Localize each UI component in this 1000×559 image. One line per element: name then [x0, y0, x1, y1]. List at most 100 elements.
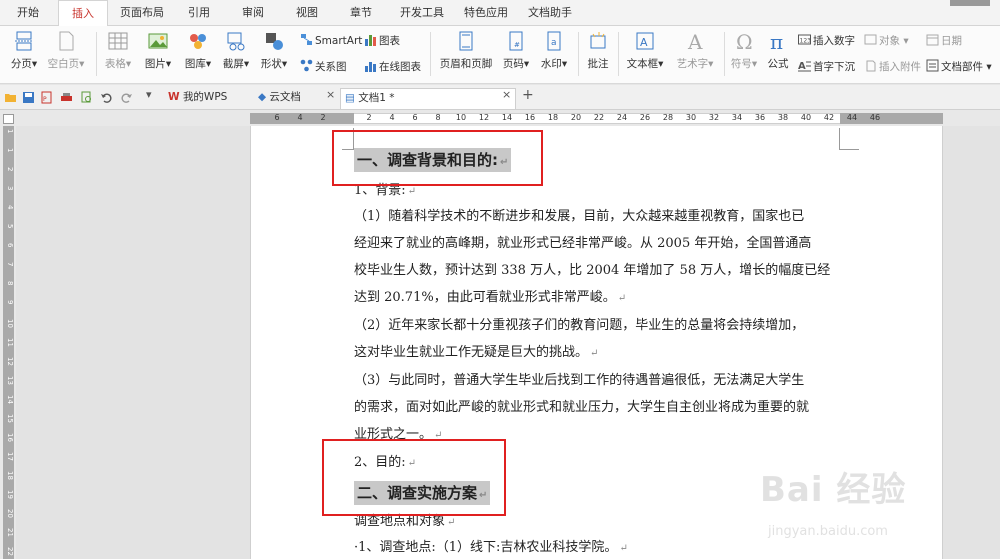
tab-cloud-docs[interactable]: ◆ 云文档 [254, 88, 336, 109]
blank-page-button[interactable]: 空白页▾ [44, 30, 88, 71]
tab-chapter[interactable]: 章节 [338, 0, 384, 26]
page-break-button[interactable]: 分页▾ [6, 30, 42, 71]
textbox-button[interactable]: A 文本框▾ [622, 30, 668, 71]
tab-insert[interactable]: 插入 [58, 0, 108, 27]
highlight-box [332, 130, 543, 186]
watermark-button[interactable]: a 水印▾ [536, 30, 572, 71]
date-button[interactable]: 日期 [926, 33, 962, 49]
picture-button[interactable]: 图片▾ [140, 30, 176, 71]
tab-document-1[interactable]: ▤ 文档1 * [340, 88, 516, 109]
customize-dropdown-icon[interactable]: ▾ [146, 88, 152, 101]
screenshot-button[interactable]: 截屏▾ [218, 30, 254, 71]
ruler-tick-label: 40 [800, 113, 812, 122]
tab-page-layout[interactable]: 页面布局 [112, 0, 172, 26]
object-label: 对象 [879, 35, 900, 47]
header-footer-label: 页眉和页脚 [439, 58, 493, 70]
undo-icon[interactable] [100, 91, 113, 104]
ruler-tick-label: 32 [708, 113, 720, 122]
open-folder-icon[interactable] [4, 91, 17, 104]
ruler-tick-label: 8 [435, 113, 441, 122]
attachment-icon [866, 60, 876, 72]
ruler-tick-label: 10 [6, 319, 14, 328]
paragraph-line[interactable]: 达到 20.71%，由此可看就业形式非常严峻。 ↵ [354, 288, 626, 308]
watermark-icon: a [547, 31, 561, 51]
gallery-button[interactable]: 图库▾ [180, 30, 216, 71]
paragraph-line[interactable]: （1）随着科学技术的不断进步和发展，目前，大众越来越重视教育，国家也已 [354, 207, 804, 227]
ruler-tick-label: 15 [6, 414, 14, 423]
header-footer-button[interactable]: 页眉和页脚 [436, 30, 496, 71]
paragraph-line[interactable]: ·1、调查地点:（1）线下:吉林农业科技学院。 ↵ [354, 538, 628, 558]
ruler-tick-label: 2 [6, 167, 14, 172]
export-pdf-icon[interactable]: P [40, 91, 53, 104]
close-doc-tab-icon[interactable]: × [502, 88, 511, 101]
page-break-label: 分页 [10, 58, 32, 70]
ruler-tick-label: 21 [6, 528, 14, 537]
symbol-button[interactable]: Ω 符号▾ [726, 30, 762, 71]
ruler-tick-label: 18 [6, 471, 14, 480]
drop-cap-button[interactable]: A 首字下沉 [798, 59, 855, 75]
paragraph-line[interactable]: 这对毕业生就业工作无疑是巨大的挑战。 ↵ [354, 343, 598, 363]
close-cloud-tab-icon[interactable]: × [326, 88, 335, 101]
redo-icon[interactable] [120, 91, 133, 104]
doc-parts-button[interactable]: 文档部件 ▾ [926, 59, 992, 75]
tab-special-apps[interactable]: 特色应用 [456, 0, 516, 26]
save-icon[interactable] [22, 91, 35, 104]
watermark-brand: Bai 经验 [760, 470, 907, 510]
ruler-tick-label: 17 [6, 452, 14, 461]
wps-logo-icon: W [168, 91, 180, 103]
wordart-label: 艺术字 [676, 58, 709, 70]
symbol-label: 符号 [730, 58, 752, 70]
doc-parts-icon [926, 59, 939, 72]
screenshot-label: 截屏 [222, 58, 244, 70]
horizontal-ruler[interactable]: 6 4 2 2 4 6 8 10 12 14 16 18 20 22 24 26… [0, 110, 1000, 126]
comment-label: 批注 [587, 58, 609, 70]
paragraph-line[interactable]: （2）近年来家长都十分重视孩子们的教育问题，毕业生的总量将会持续增加， [354, 316, 804, 336]
attachment-button[interactable]: 插入附件 [864, 59, 921, 75]
ruler-tick-label: 10 [455, 113, 467, 122]
insert-number-button[interactable]: 123 插入数字 [798, 33, 855, 49]
paragraph-line[interactable]: 校毕业生人数，预计达到 338 万人，比 2004 年增加了 58 万人，增长的… [354, 261, 830, 281]
page-number-button[interactable]: # 页码▾ [498, 30, 534, 71]
calendar-icon [926, 34, 939, 46]
ribbon-separator [618, 32, 619, 76]
chart-button[interactable]: 图表 [364, 33, 400, 49]
tab-my-wps[interactable]: W 我的WPS [164, 88, 250, 109]
shape-button[interactable]: 形状▾ [256, 30, 292, 71]
ruler-tick-label: 46 [869, 113, 881, 122]
shapes-icon [266, 33, 283, 50]
smartart-button[interactable]: SmartArt [300, 33, 362, 49]
textbox-label: 文本框 [626, 58, 659, 70]
tab-review[interactable]: 审阅 [230, 0, 276, 26]
ruler-tick-label: 1 [6, 148, 14, 153]
vertical-ruler[interactable]: 1 1 2 3 4 5 6 7 8 9 10 11 12 13 14 15 16… [0, 126, 16, 559]
tab-reference[interactable]: 引用 [176, 0, 222, 26]
new-tab-icon[interactable]: + [522, 87, 534, 103]
ruler-tick-label: 19 [6, 490, 14, 499]
insert-number-label: 插入数字 [813, 35, 855, 47]
ruler-tab-selector[interactable] [3, 114, 14, 124]
table-button[interactable]: 表格▾ [100, 30, 136, 71]
online-chart-button[interactable]: 在线图表 [364, 59, 421, 75]
wordart-button[interactable]: A 艺术字▾ [670, 30, 720, 71]
tab-view[interactable]: 视图 [284, 0, 330, 26]
object-button[interactable]: 对象 ▾ [864, 33, 909, 49]
print-preview-icon[interactable] [80, 91, 93, 104]
ruler-tick-label: 4 [389, 113, 395, 122]
gallery-label: 图库 [184, 58, 206, 70]
watermark-label: 水印 [540, 58, 562, 70]
tab-home[interactable]: 开始 [4, 0, 52, 26]
ruler-tick-label: 4 [297, 113, 303, 122]
svg-text:A: A [798, 61, 806, 72]
paragraph-line[interactable]: 经迎来了就业的高峰期，就业形式已经非常严峻。从 2005 年开始，全国普通高 [354, 234, 811, 254]
ruler-tick-label: 6 [6, 243, 14, 248]
tab-dev-tools[interactable]: 开发工具 [392, 0, 452, 26]
relation-chart-button[interactable]: 关系图 [300, 59, 347, 75]
formula-label: 公式 [767, 58, 789, 70]
paragraph-line[interactable]: 的需求，面对如此严峻的就业形式和就业压力，大学生自主创业将成为重要的就 [354, 398, 809, 418]
formula-button[interactable]: π 公式 [762, 30, 794, 71]
tab-doc-assistant[interactable]: 文档助手 [520, 0, 580, 26]
comment-button[interactable]: 批注 [582, 30, 614, 71]
print-icon[interactable] [60, 91, 73, 104]
paragraph-line[interactable]: （3）与此同时，普通大学生毕业后找到工作的待遇普遍很低，无法满足大学生 [354, 371, 804, 391]
pi-icon: π [770, 30, 783, 52]
